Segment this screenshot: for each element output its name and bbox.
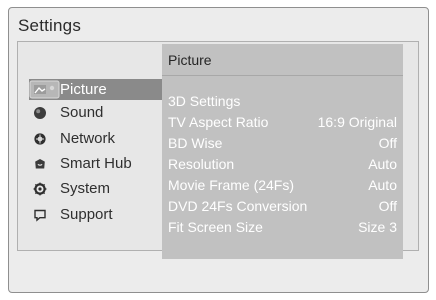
submenu-item-value: Auto: [368, 177, 397, 193]
sound-icon: [32, 105, 48, 121]
sidebar-item-label: Picture: [60, 81, 107, 98]
smart-hub-icon: [35, 158, 45, 168]
sidebar-item-label: Network: [60, 130, 116, 147]
support-icon: [34, 209, 46, 222]
support-icon: [32, 207, 48, 223]
sidebar-item-label: Sound: [60, 104, 104, 121]
submenu-item-bd-wise[interactable]: BD Wise Off: [168, 133, 397, 153]
sidebar-item-label: Support: [60, 206, 113, 223]
page-title: Settings: [18, 16, 82, 35]
submenu-item-label: Fit Screen Size: [168, 219, 263, 235]
smart-hub-icon: [32, 156, 48, 172]
sidebar-item-sound[interactable]: Sound: [29, 102, 162, 123]
submenu-title: Picture: [168, 52, 212, 68]
sidebar-item-network[interactable]: Network: [29, 128, 162, 149]
sidebar-item-label: System: [60, 180, 111, 197]
submenu-item-label: Resolution: [168, 156, 235, 172]
submenu-item-dvd-24fs-conversion[interactable]: DVD 24Fs Conversion Off: [168, 196, 397, 216]
submenu-item-value: Off: [378, 198, 397, 214]
submenu-item-fit-screen-size[interactable]: Fit Screen Size Size 3: [168, 217, 397, 237]
submenu-item-label: 3D Settings: [168, 93, 241, 109]
sidebar-item-label: Smart Hub: [60, 155, 132, 172]
picture-submenu: Picture 3D Settings TV Aspect Ratio 16:9…: [162, 44, 403, 259]
submenu-item-value: Auto: [368, 156, 397, 172]
submenu-item-label: Movie Frame (24Fs): [168, 177, 295, 193]
sound-icon: [34, 106, 46, 119]
system-gear-icon: [32, 181, 48, 197]
submenu-item-value: Off: [378, 135, 397, 151]
submenu-item-label: DVD 24Fs Conversion: [168, 198, 308, 214]
submenu-item-tv-aspect-ratio[interactable]: TV Aspect Ratio 16:9 Original: [168, 112, 397, 132]
system-gear-icon: [33, 182, 47, 195]
sidebar-item-smart-hub[interactable]: Smart Hub: [29, 153, 162, 174]
submenu-item-value: 16:9 Original: [317, 114, 397, 130]
sidebar-item-picture[interactable]: Picture: [29, 79, 162, 100]
network-icon: [34, 132, 46, 145]
submenu-item-3d-settings[interactable]: 3D Settings: [168, 91, 397, 111]
submenu-item-movie-frame[interactable]: Movie Frame (24Fs) Auto: [168, 175, 397, 195]
network-icon: [32, 131, 48, 147]
sidebar-item-system[interactable]: System: [29, 178, 162, 199]
sidebar-item-support[interactable]: Support: [29, 204, 162, 225]
submenu-item-value: Size 3: [358, 219, 397, 235]
submenu-item-resolution[interactable]: Resolution Auto: [168, 154, 397, 174]
submenu-divider: [162, 75, 403, 76]
submenu-item-label: BD Wise: [168, 135, 223, 151]
submenu-item-label: TV Aspect Ratio: [168, 114, 269, 130]
